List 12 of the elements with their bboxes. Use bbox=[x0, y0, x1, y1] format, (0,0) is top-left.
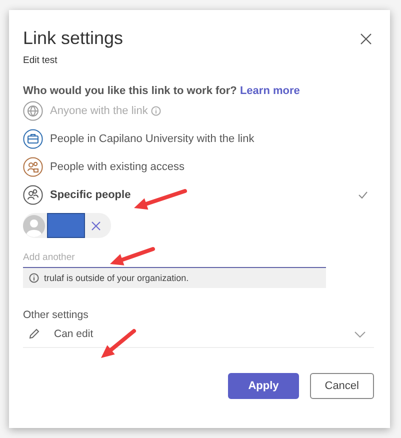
sharing-option[interactable]: People with existing access bbox=[23, 153, 376, 181]
dialog-title: Link settings bbox=[23, 28, 124, 49]
dialog-subtitle: Edit test bbox=[23, 55, 58, 66]
cancel-button[interactable]: Cancel bbox=[310, 373, 374, 399]
learn-more-link[interactable]: Learn more bbox=[240, 85, 300, 97]
sharing-option[interactable]: Specific people bbox=[23, 181, 376, 209]
notice-text: trulaf is outside of your organization. bbox=[44, 273, 189, 283]
sharing-option[interactable]: People in Capilano University with the link bbox=[23, 125, 376, 153]
section-heading: Other settings bbox=[23, 309, 90, 321]
permission-dropdown[interactable]: Can edit bbox=[23, 321, 374, 348]
question-text: Who would you like this link to work for? Learn more bbox=[23, 85, 301, 97]
apply-button[interactable]: Apply bbox=[228, 373, 299, 399]
